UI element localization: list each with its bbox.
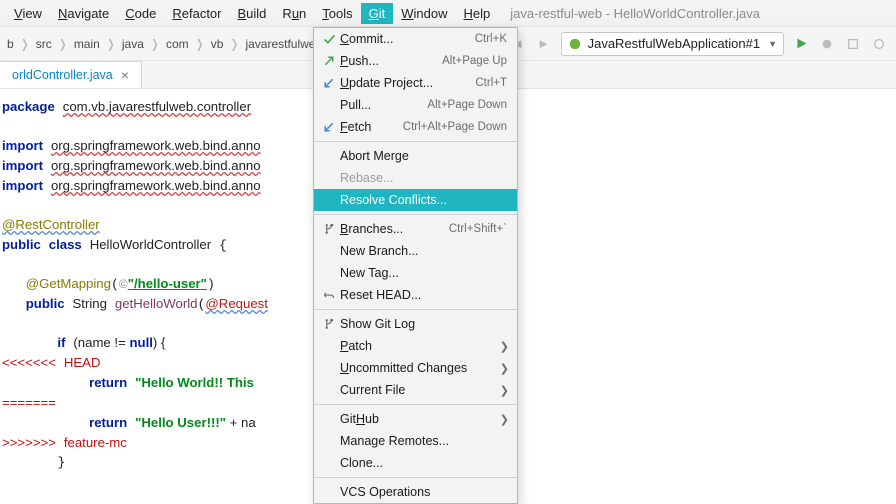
breadcrumb-seg[interactable]: src	[33, 35, 55, 53]
git-menu-abort-merge[interactable]: Abort Merge	[314, 145, 517, 167]
menu-build[interactable]: Build	[230, 3, 275, 24]
undo-icon	[320, 289, 338, 301]
menu-item-label: Branches...	[340, 222, 449, 236]
git-menu-resolve-conflicts[interactable]: Resolve Conflicts...	[314, 189, 517, 211]
menu-item-label: Rebase...	[340, 171, 507, 185]
menu-refactor[interactable]: Refactor	[164, 3, 229, 24]
menu-item-label: Update Project...	[340, 76, 475, 90]
breadcrumb-seg[interactable]: main	[71, 35, 103, 53]
shortcut-label: Ctrl+Shift+`	[449, 223, 507, 235]
chevron-right-icon: ❯	[500, 340, 509, 353]
git-menu-rebase: Rebase...	[314, 167, 517, 189]
git-menu-push[interactable]: Push...Alt+Page Up	[314, 50, 517, 72]
chevron-right-icon: ❭	[226, 35, 242, 53]
menu-bar: ViewNavigateCodeRefactorBuildRunToolsGit…	[0, 0, 896, 27]
chevron-right-icon: ❯	[500, 384, 509, 397]
git-menu-current-file[interactable]: Current File❯	[314, 379, 517, 401]
git-menu-branches[interactable]: Branches...Ctrl+Shift+`	[314, 218, 517, 240]
menu-item-label: VCS Operations	[340, 485, 507, 499]
menu-window[interactable]: Window	[393, 3, 455, 24]
shortcut-label: Alt+Page Down	[427, 99, 507, 111]
chevron-right-icon: ❭	[17, 35, 33, 53]
menu-item-label: Patch	[340, 339, 507, 353]
menu-help[interactable]: Help	[456, 3, 499, 24]
git-menu-manage-remotes[interactable]: Manage Remotes...	[314, 430, 517, 452]
menu-item-label: Commit...	[340, 32, 475, 46]
menu-item-label: Resolve Conflicts...	[340, 193, 507, 207]
menu-item-label: New Tag...	[340, 266, 507, 280]
menu-item-label: Clone...	[340, 456, 507, 470]
window-title: java-restful-web - HelloWorldController.…	[510, 6, 760, 21]
menu-item-label: Abort Merge	[340, 149, 507, 163]
branch-icon	[320, 318, 338, 330]
menu-navigate[interactable]: Navigate	[50, 3, 117, 24]
menu-code[interactable]: Code	[117, 3, 164, 24]
git-menu-vcs-operations[interactable]: VCS Operations	[314, 481, 517, 503]
run-config-label: JavaRestfulWebApplication#1	[588, 36, 760, 51]
git-menu-fetch[interactable]: FetchCtrl+Alt+Page Down	[314, 116, 517, 138]
profile-button[interactable]	[868, 33, 890, 55]
git-menu-github[interactable]: GitHub❯	[314, 408, 517, 430]
chevron-down-icon: ▼	[768, 39, 777, 49]
menu-tools[interactable]: Tools	[314, 3, 360, 24]
menu-item-label: Fetch	[340, 120, 403, 134]
chevron-right-icon: ❭	[55, 35, 71, 53]
breadcrumb-seg[interactable]: b	[4, 35, 17, 53]
arrow-ne-green-icon	[320, 55, 338, 67]
menu-item-label: Push...	[340, 54, 442, 68]
git-menu-clone[interactable]: Clone...	[314, 452, 517, 474]
menu-run[interactable]: Run	[274, 3, 314, 24]
menu-item-label: Manage Remotes...	[340, 434, 507, 448]
chevron-right-icon: ❭	[103, 35, 119, 53]
menu-item-label: Reset HEAD...	[340, 288, 507, 302]
coverage-button[interactable]	[842, 33, 864, 55]
git-menu-new-tag[interactable]: New Tag...	[314, 262, 517, 284]
breadcrumb-seg[interactable]: com	[163, 35, 192, 53]
git-menu-uncommitted-changes[interactable]: Uncommitted Changes❯	[314, 357, 517, 379]
git-menu-show-git-log[interactable]: Show Git Log	[314, 313, 517, 335]
git-menu-update-project[interactable]: Update Project...Ctrl+T	[314, 72, 517, 94]
menu-item-label: Uncommitted Changes	[340, 361, 507, 375]
menu-item-label: Current File	[340, 383, 507, 397]
check-green-icon	[320, 33, 338, 46]
tab-label: orldController.java	[12, 68, 113, 82]
shortcut-label: Alt+Page Up	[442, 55, 507, 67]
menu-git[interactable]: Git	[361, 3, 394, 24]
git-menu-new-branch[interactable]: New Branch...	[314, 240, 517, 262]
shortcut-label: Ctrl+T	[475, 77, 507, 89]
menu-item-label: Show Git Log	[340, 317, 507, 331]
next-button[interactable]: ►	[533, 33, 555, 55]
git-menu-commit[interactable]: Commit...Ctrl+K	[314, 28, 517, 50]
profile-icon	[872, 37, 886, 51]
menu-item-label: New Branch...	[340, 244, 507, 258]
close-icon[interactable]: ×	[121, 67, 129, 83]
branch-icon	[320, 223, 338, 235]
shortcut-label: Ctrl+Alt+Page Down	[403, 121, 507, 133]
editor-tab[interactable]: orldController.java ×	[0, 61, 142, 88]
arrow-sw-blue-icon	[320, 121, 338, 133]
breadcrumb-seg[interactable]: vb	[208, 35, 227, 53]
spring-icon	[568, 37, 582, 51]
bug-icon	[820, 37, 834, 51]
run-configuration-dropdown[interactable]: JavaRestfulWebApplication#1 ▼	[561, 32, 784, 56]
chevron-right-icon: ❯	[500, 362, 509, 375]
shortcut-label: Ctrl+K	[475, 33, 507, 45]
chevron-right-icon: ❭	[147, 35, 163, 53]
chevron-right-icon: ❯	[500, 413, 509, 426]
menu-item-label: GitHub	[340, 412, 507, 426]
git-menu-pull[interactable]: Pull...Alt+Page Down	[314, 94, 517, 116]
git-menu-patch[interactable]: Patch❯	[314, 335, 517, 357]
coverage-icon	[846, 37, 860, 51]
debug-button[interactable]	[816, 33, 838, 55]
run-button[interactable]	[790, 33, 812, 55]
arrow-sw-blue-icon	[320, 77, 338, 89]
git-menu-reset-head[interactable]: Reset HEAD...	[314, 284, 517, 306]
menu-item-label: Pull...	[340, 98, 427, 112]
menu-view[interactable]: View	[6, 3, 50, 24]
chevron-right-icon: ❭	[192, 35, 208, 53]
play-icon	[795, 37, 808, 50]
breadcrumb-seg[interactable]: java	[119, 35, 147, 53]
breadcrumb[interactable]: b❭src❭main❭java❭com❭vb❭javarestfulweb❭co…	[4, 32, 364, 56]
git-menu-dropdown: Commit...Ctrl+KPush...Alt+Page UpUpdate …	[313, 27, 518, 504]
